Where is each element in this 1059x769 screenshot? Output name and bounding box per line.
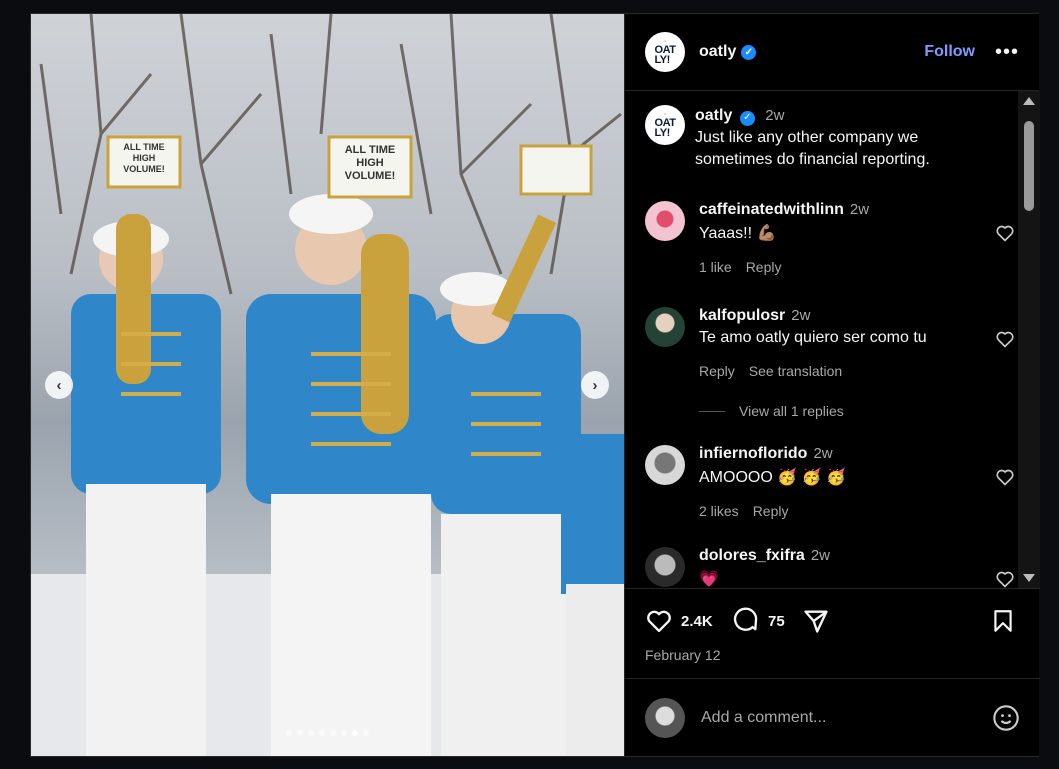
current-user-avatar[interactable] <box>645 697 685 738</box>
add-comment-input[interactable]: Add a comment... <box>701 709 992 727</box>
scroll-down-arrow-icon[interactable] <box>1023 574 1035 582</box>
comment-username[interactable]: kalfopulosr <box>699 307 785 324</box>
post-side-panel: · OAT LY! oatly ✓ Follow ••• · OAT LY! oatly… <box>624 14 1040 756</box>
share-paper-plane-icon[interactable] <box>802 607 830 635</box>
like-action[interactable]: 2.4K <box>645 607 713 635</box>
comment-text: Te amo oatly quiero ser como tu <box>699 329 927 346</box>
comment-text: AMOOOO 🥳 🥳 🥳 <box>699 469 846 486</box>
like-count[interactable]: 2.4K <box>681 613 713 630</box>
avatar[interactable] <box>645 307 685 347</box>
comment-time[interactable]: 2w <box>811 547 830 564</box>
post-actions: 2.4K 75 February 12 <box>625 588 1040 668</box>
caption-text: Just like any other company we sometimes… <box>695 129 930 168</box>
carousel-dot <box>286 730 292 736</box>
next-image-button[interactable]: › <box>581 371 609 399</box>
like-comment-heart-icon[interactable] <box>995 569 1015 588</box>
comment-likes[interactable]: 1 like <box>699 259 732 275</box>
reply-button[interactable]: Reply <box>699 363 735 379</box>
carousel-indicator <box>31 730 624 736</box>
avatar[interactable] <box>645 201 685 241</box>
avatar[interactable] <box>645 547 685 587</box>
post-header: · OAT LY! oatly ✓ Follow ••• <box>625 14 1039 91</box>
comment-item: kalfopulosr 2w Te amo oatly quiero ser co… <box>645 307 1015 379</box>
comments-scrollbar[interactable] <box>1018 91 1040 588</box>
comment-text: Yaaas!! 💪🏽 <box>699 225 777 242</box>
heart-icon[interactable] <box>645 607 673 635</box>
bookmark-icon[interactable] <box>990 607 1016 635</box>
comment-item: caffeinatedwithlinn 2w Yaaas!! 💪🏽 1 like R… <box>645 201 1015 275</box>
post-dialog: ALL TIME HIGH VOLUME! ALL TIME HIGH VOLU… <box>30 13 1040 757</box>
view-replies-button[interactable]: View all 1 replies <box>699 403 844 419</box>
chevron-left-icon: ‹ <box>56 376 62 394</box>
emoji-icon[interactable] <box>992 704 1020 732</box>
divider <box>699 410 725 412</box>
comment-likes[interactable]: 2 likes <box>699 503 739 519</box>
add-comment-bar: Add a comment... <box>625 678 1040 756</box>
marching-band-photo <box>31 14 624 756</box>
like-comment-heart-icon[interactable] <box>995 223 1015 243</box>
comment-action[interactable]: 75 <box>732 607 785 635</box>
header-username[interactable]: oatly ✓ <box>699 43 757 61</box>
post-caption: · OAT LY! oatly ✓ 2w Just like any other c… <box>645 105 975 171</box>
carousel-dot-active <box>352 730 358 736</box>
comments-list[interactable]: · OAT LY! oatly ✓ 2w Just like any other c… <box>625 91 1040 588</box>
carousel-dot <box>308 730 314 736</box>
like-comment-heart-icon[interactable] <box>995 467 1015 487</box>
comment-time[interactable]: 2w <box>791 307 810 324</box>
follow-button[interactable]: Follow <box>924 43 975 61</box>
caption-username[interactable]: oatly <box>695 107 732 124</box>
reply-button[interactable]: Reply <box>746 259 782 275</box>
sign-text-left: ALL TIME HIGH VOLUME! <box>123 142 165 174</box>
username-text[interactable]: oatly <box>699 43 736 61</box>
post-media[interactable]: ALL TIME HIGH VOLUME! ALL TIME HIGH VOLU… <box>31 14 624 756</box>
comment-text: 💗 <box>699 571 719 588</box>
comment-bubble-icon[interactable] <box>732 607 760 635</box>
see-translation-button[interactable]: See translation <box>749 363 842 379</box>
comment-username[interactable]: infiernoflorido <box>699 445 807 462</box>
caption-time[interactable]: 2w <box>765 107 784 124</box>
comment-time[interactable]: 2w <box>850 201 869 218</box>
like-comment-heart-icon[interactable] <box>995 329 1015 349</box>
chevron-right-icon: › <box>592 376 598 394</box>
verified-badge-icon: ✓ <box>741 44 757 60</box>
save-action[interactable] <box>990 607 1016 635</box>
carousel-dot <box>297 730 303 736</box>
carousel-dot <box>341 730 347 736</box>
carousel-dot <box>319 730 325 736</box>
previous-image-button[interactable]: ‹ <box>45 371 73 399</box>
post-date[interactable]: February 12 <box>645 647 720 663</box>
oatly-avatar[interactable]: · OAT LY! <box>645 32 685 72</box>
verified-badge-icon: ✓ <box>739 110 755 126</box>
view-replies-label[interactable]: View all 1 replies <box>739 403 844 419</box>
share-action[interactable] <box>802 607 830 635</box>
more-options-icon[interactable]: ••• <box>995 41 1019 64</box>
scroll-up-arrow-icon[interactable] <box>1023 97 1035 105</box>
comment-item: dolores_fxifra 2w 💗 <box>645 547 1015 588</box>
sign-text-center: ALL TIME HIGH VOLUME! <box>344 144 396 182</box>
carousel-dot <box>330 730 336 736</box>
carousel-dot <box>363 730 369 736</box>
comment-count[interactable]: 75 <box>768 613 785 630</box>
scrollbar-thumb[interactable] <box>1024 121 1034 211</box>
comment-time[interactable]: 2w <box>813 445 832 462</box>
avatar[interactable] <box>645 445 685 485</box>
oatly-avatar[interactable]: · OAT LY! <box>645 105 685 145</box>
comment-username[interactable]: caffeinatedwithlinn <box>699 201 844 218</box>
comment-username[interactable]: dolores_fxifra <box>699 547 805 564</box>
reply-button[interactable]: Reply <box>753 503 789 519</box>
comment-item: infiernoflorido 2w AMOOOO 🥳 🥳 🥳 2 likes Re… <box>645 445 1015 519</box>
